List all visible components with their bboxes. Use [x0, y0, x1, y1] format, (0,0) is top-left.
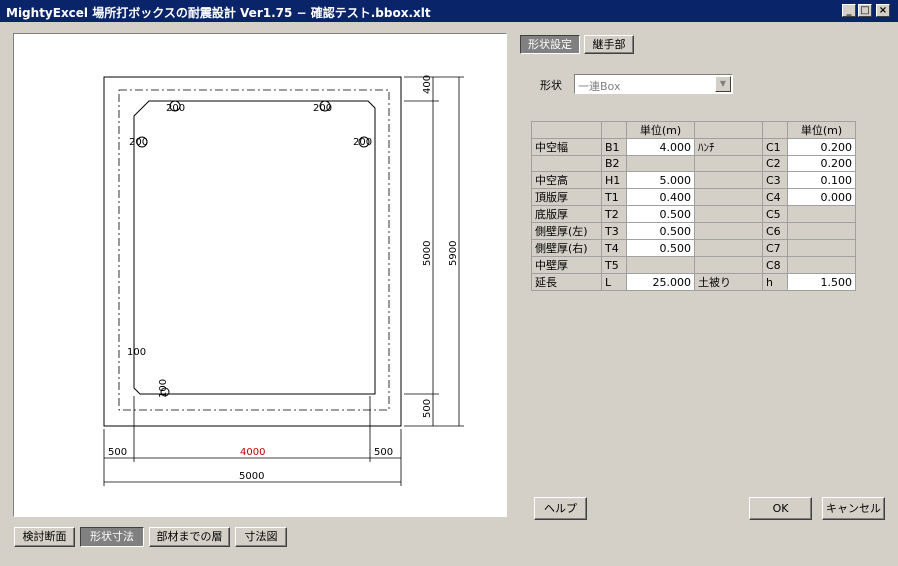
table-header-row: 単位(m) 単位(m)	[531, 121, 856, 139]
table-row: 中壁厚 T5 C8	[531, 256, 856, 274]
dimension-table: 単位(m) 単位(m) 中空幅 B1 4.000 ﾊﾝﾁ C1 0.200 B2 C…	[531, 121, 856, 291]
table-row: 側壁厚(左) T3 0.500 C6	[531, 222, 856, 240]
value-cell[interactable]: 0.000	[787, 188, 856, 206]
label-200: 200	[166, 103, 185, 114]
value-cell	[626, 155, 695, 172]
value-cell[interactable]: 0.200	[787, 138, 856, 156]
value-cell	[787, 205, 856, 223]
dim-400: 400	[422, 75, 433, 94]
dim-500-left: 500	[108, 447, 127, 458]
value-cell	[787, 256, 856, 274]
dim-5900: 5900	[448, 241, 459, 266]
centerline	[118, 89, 390, 411]
dim-4000: 4000	[240, 447, 265, 458]
value-cell	[787, 222, 856, 240]
shape-label: 形状	[540, 79, 562, 92]
label-200: 200	[313, 103, 332, 114]
table-row: 中空高 H1 5.000 C3 0.100	[531, 171, 856, 189]
unit-header: 単位(m)	[787, 121, 856, 139]
value-cell[interactable]: 0.500	[626, 222, 695, 240]
value-cell[interactable]: 5.000	[626, 171, 695, 189]
box-section-drawing: 200 200 200 200 100 100 400 5000 5900 50…	[103, 75, 464, 486]
label-200: 200	[129, 137, 148, 148]
drawing-canvas: 200 200 200 200 100 100 400 5000 5900 50…	[13, 33, 507, 517]
outer-outline	[103, 76, 402, 427]
tab-dimension-drawing[interactable]: 寸法図	[235, 527, 287, 547]
value-cell	[787, 239, 856, 257]
chevron-down-icon[interactable]: ▼	[715, 76, 731, 92]
table-row: 底版厚 T2 0.500 C5	[531, 205, 856, 223]
dim-500-right: 500	[374, 447, 393, 458]
value-cell[interactable]: 0.400	[626, 188, 695, 206]
unit-header: 単位(m)	[626, 121, 695, 139]
value-cell[interactable]: 0.500	[626, 239, 695, 257]
ok-button[interactable]: OK	[749, 497, 812, 520]
value-cell[interactable]: 0.100	[787, 171, 856, 189]
title-bar: MightyExcel 場所打ボックスの耐震設計 Ver1.75 − 確認テスト…	[0, 0, 898, 22]
tab-joint[interactable]: 継手部	[584, 35, 634, 54]
table-row: 頂版厚 T1 0.400 C4 0.000	[531, 188, 856, 206]
value-cell[interactable]: 0.500	[626, 205, 695, 223]
table-row: 側壁厚(右) T4 0.500 C7	[531, 239, 856, 257]
close-button[interactable]: ×	[876, 4, 890, 17]
dim-500-vertical: 500	[422, 399, 433, 418]
dim-5000-horizontal: 5000	[239, 471, 264, 482]
label-100: 100	[158, 379, 169, 398]
tab-shape-settings[interactable]: 形状設定	[520, 35, 580, 54]
label-200: 200	[353, 137, 372, 148]
dim-5000-vertical: 5000	[422, 241, 433, 266]
shape-select[interactable]: 一連Box ▼	[574, 74, 733, 94]
window-title: MightyExcel 場所打ボックスの耐震設計 Ver1.75 − 確認テスト…	[6, 6, 431, 20]
value-cell	[626, 256, 695, 274]
tab-section[interactable]: 検討断面	[14, 527, 75, 547]
table-row: B2 C2 0.200	[531, 155, 856, 172]
cancel-button[interactable]: キャンセル	[822, 497, 885, 520]
tab-layers[interactable]: 部材までの層	[149, 527, 230, 547]
value-cell[interactable]: 4.000	[626, 138, 695, 156]
value-cell[interactable]: 1.500	[787, 273, 856, 291]
label-100: 100	[127, 347, 146, 358]
table-row: 延長 L 25.000 土被り h 1.500	[531, 273, 856, 291]
value-cell[interactable]: 0.200	[787, 155, 856, 172]
shape-select-value: 一連Box	[578, 80, 621, 93]
minimize-button[interactable]: _	[842, 4, 856, 17]
tab-shape-dimensions[interactable]: 形状寸法	[80, 527, 144, 547]
help-button[interactable]: ヘルプ	[534, 497, 587, 520]
table-row: 中空幅 B1 4.000 ﾊﾝﾁ C1 0.200	[531, 138, 856, 156]
maximize-button[interactable]: □	[858, 4, 872, 17]
value-cell[interactable]: 25.000	[626, 273, 695, 291]
inner-outline	[133, 100, 376, 395]
